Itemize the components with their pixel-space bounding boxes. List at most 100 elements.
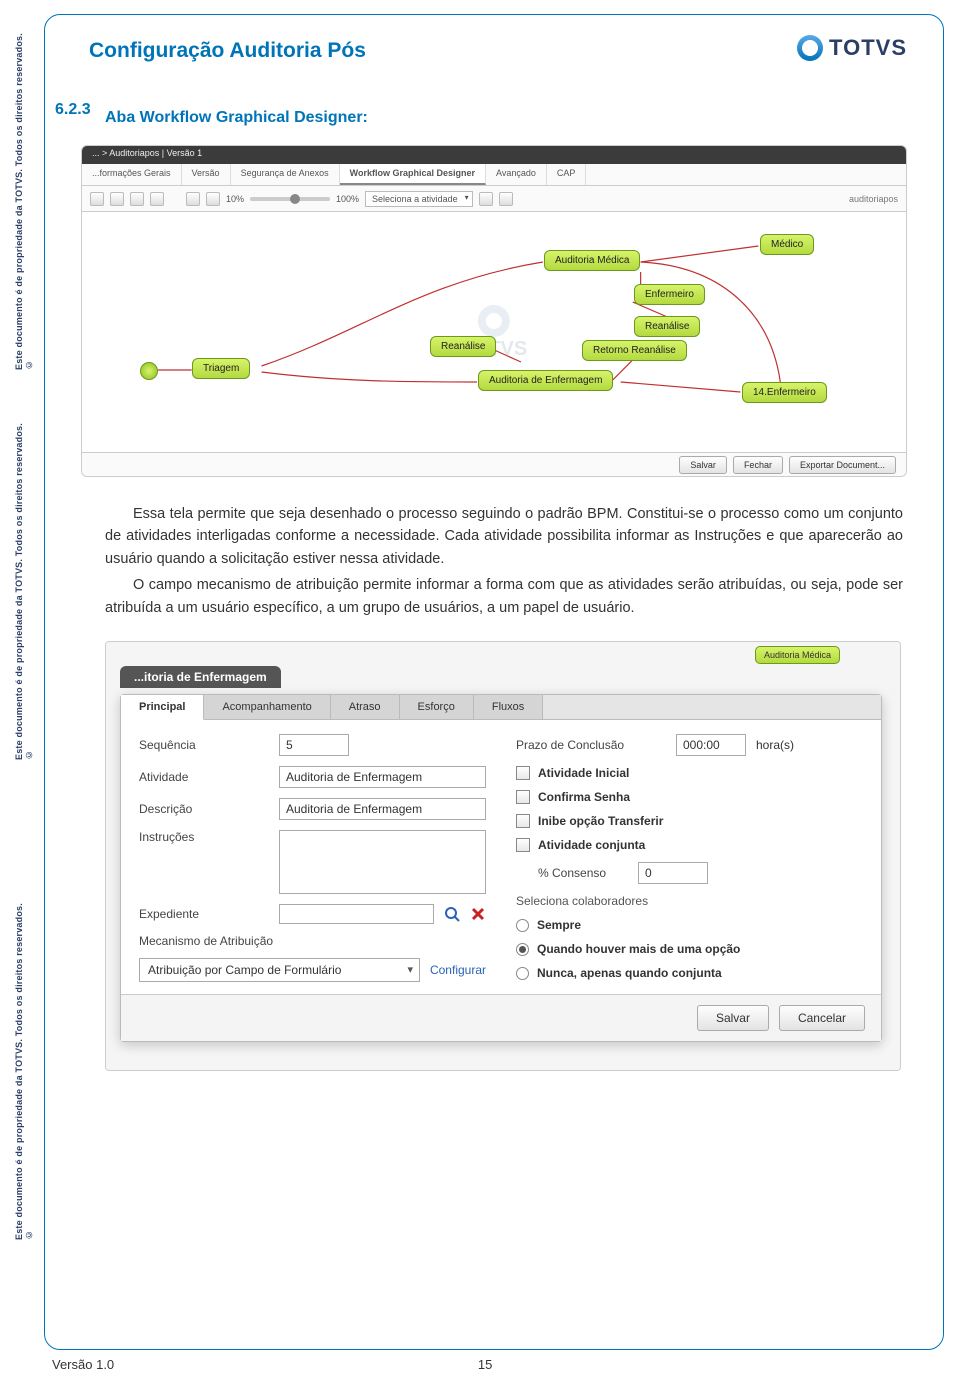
tool-icon[interactable] [90, 192, 104, 206]
ownership-watermark: Este documento é de propriedade da TOTVS… [14, 900, 28, 1240]
designer-toolbar: 10% 100% Seleciona a atividade auditoria… [82, 186, 906, 212]
radio-label: Sempre [537, 918, 581, 932]
screenshot-activity-dialog: Auditoria Médica ...itoria de Enfermagem… [105, 641, 901, 1071]
prazo-label: Prazo de Conclusão [516, 738, 666, 752]
bg-node-auditoria-medica: Auditoria Médica [755, 646, 840, 664]
checkbox-atividade-inicial[interactable] [516, 766, 530, 780]
section-number: 6.2.3 [55, 101, 91, 119]
dialog-title: ...itoria de Enfermagem [120, 666, 281, 688]
tab-atraso[interactable]: Atraso [331, 695, 400, 719]
tab-avancado[interactable]: Avançado [486, 164, 547, 185]
prazo-input[interactable]: 000:00 [676, 734, 746, 756]
configurar-link[interactable]: Configurar [430, 963, 486, 977]
atividade-label: Atividade [139, 770, 269, 784]
prazo-unit: hora(s) [756, 738, 794, 752]
close-button[interactable]: Fechar [733, 456, 783, 474]
breadcrumb-bar: ... > Auditoriapos | Versão 1 [82, 146, 906, 164]
node-reanalise-2[interactable]: Reanálise [634, 316, 700, 337]
mecanismo-dropdown[interactable]: Atribuição por Campo de Formulário [139, 958, 420, 982]
save-button[interactable]: Salvar [679, 456, 727, 474]
body-text: Essa tela permite que seja desenhado o p… [105, 503, 903, 619]
tab-principal[interactable]: Principal [121, 695, 204, 720]
start-node[interactable] [140, 362, 158, 380]
expediente-input[interactable] [279, 904, 434, 924]
page-title: Configuração Auditoria Pós [89, 39, 366, 63]
tab-fluxos[interactable]: Fluxos [474, 695, 543, 719]
ownership-watermark: Este documento é de propriedade da TOTVS… [14, 420, 28, 760]
bpm-canvas[interactable]: TOTVS Triagem Reanálise Au [82, 212, 906, 452]
zoom-slider[interactable] [250, 197, 330, 201]
totvs-logo-text: TOTVS [829, 35, 907, 61]
chk-label: Confirma Senha [538, 790, 630, 804]
radio-label: Nunca, apenas quando conjunta [537, 966, 722, 980]
checkbox-confirma-senha[interactable] [516, 790, 530, 804]
paragraph: O campo mecanismo de atribuição permite … [105, 574, 903, 619]
section-title: Aba Workflow Graphical Designer: [105, 109, 943, 127]
layout-icon[interactable] [499, 192, 513, 206]
tool-icon[interactable] [206, 192, 220, 206]
search-icon[interactable] [444, 906, 460, 922]
totvs-icon [797, 35, 823, 61]
mecanismo-label: Mecanismo de Atribuição [139, 934, 486, 948]
instrucoes-textarea[interactable] [279, 830, 486, 894]
sequencia-input[interactable]: 5 [279, 734, 349, 756]
checkbox-inibe-transferir[interactable] [516, 814, 530, 828]
save-button[interactable]: Salvar [697, 1005, 769, 1031]
tab-seguranca-anexos[interactable]: Segurança de Anexos [231, 164, 340, 185]
tab-workflow-designer[interactable]: Workflow Graphical Designer [340, 164, 486, 185]
expediente-label: Expediente [139, 907, 269, 921]
zoom-min-label: 10% [226, 194, 244, 204]
node-reanalise[interactable]: Reanálise [430, 336, 496, 357]
consenso-label: % Consenso [538, 866, 628, 880]
tab-cap[interactable]: CAP [547, 164, 587, 185]
tool-icon[interactable] [130, 192, 144, 206]
user-label: auditoriapos [849, 194, 898, 204]
tool-icon[interactable] [110, 192, 124, 206]
radio-sempre[interactable] [516, 919, 529, 932]
tab-acompanhamento[interactable]: Acompanhamento [204, 695, 330, 719]
chk-label: Inibe opção Transferir [538, 814, 663, 828]
select-activity-dropdown[interactable]: Seleciona a atividade [365, 191, 473, 207]
radio-quando-houver[interactable] [516, 943, 529, 956]
node-auditoria-medica[interactable]: Auditoria Médica [544, 250, 640, 271]
right-column: Prazo de Conclusão 000:00 hora(s) Ativid… [516, 734, 863, 982]
chk-label: Atividade Inicial [538, 766, 629, 780]
node-enfermeiro[interactable]: Enfermeiro [634, 284, 705, 305]
seleciona-colaboradores-label: Seleciona colaboradores [516, 894, 863, 908]
node-retorno-reanalise[interactable]: Retorno Reanálise [582, 340, 687, 361]
node-14-enfermeiro[interactable]: 14.Enfermeiro [742, 382, 827, 403]
sequencia-label: Sequência [139, 738, 269, 752]
cancel-button[interactable]: Cancelar [779, 1005, 865, 1031]
node-medico[interactable]: Médico [760, 234, 814, 255]
page-footer: Versão 1.0 15 [44, 1357, 944, 1372]
activity-dialog: Principal Acompanhamento Atraso Esforço … [120, 694, 882, 1042]
chk-label: Atividade conjunta [538, 838, 645, 852]
descricao-input[interactable]: Auditoria de Enfermagem [279, 798, 486, 820]
screenshot-workflow-designer: ... > Auditoriapos | Versão 1 ...formaçõ… [81, 145, 907, 477]
tab-info-gerais[interactable]: ...formações Gerais [82, 164, 182, 185]
node-triagem[interactable]: Triagem [192, 358, 250, 379]
radio-nunca[interactable] [516, 967, 529, 980]
tab-esforco[interactable]: Esforço [400, 695, 474, 719]
footer-page-number: 15 [478, 1357, 492, 1372]
left-column: Sequência 5 Atividade Auditoria de Enfer… [139, 734, 486, 982]
footer-version: Versão 1.0 [52, 1357, 114, 1372]
ownership-watermark: Este documento é de propriedade da TOTVS… [14, 30, 28, 370]
clear-icon[interactable] [470, 906, 486, 922]
consenso-input[interactable]: 0 [638, 862, 708, 884]
totvs-logo: TOTVS [797, 35, 907, 61]
tool-icon[interactable] [150, 192, 164, 206]
paragraph: Essa tela permite que seja desenhado o p… [105, 503, 903, 570]
atividade-input[interactable]: Auditoria de Enfermagem [279, 766, 486, 788]
node-auditoria-enfermagem[interactable]: Auditoria de Enfermagem [478, 370, 613, 391]
zoom-max-label: 100% [336, 194, 359, 204]
export-button[interactable]: Exportar Document... [789, 456, 896, 474]
tool-icon[interactable] [186, 192, 200, 206]
tab-versao[interactable]: Versão [182, 164, 231, 185]
instrucoes-label: Instruções [139, 830, 269, 844]
checkbox-atividade-conjunta[interactable] [516, 838, 530, 852]
editor-tabs: ...formações Gerais Versão Segurança de … [82, 164, 906, 186]
radio-label: Quando houver mais de uma opção [537, 942, 740, 956]
dropdown-open-icon[interactable] [479, 192, 493, 206]
descricao-label: Descrição [139, 802, 269, 816]
